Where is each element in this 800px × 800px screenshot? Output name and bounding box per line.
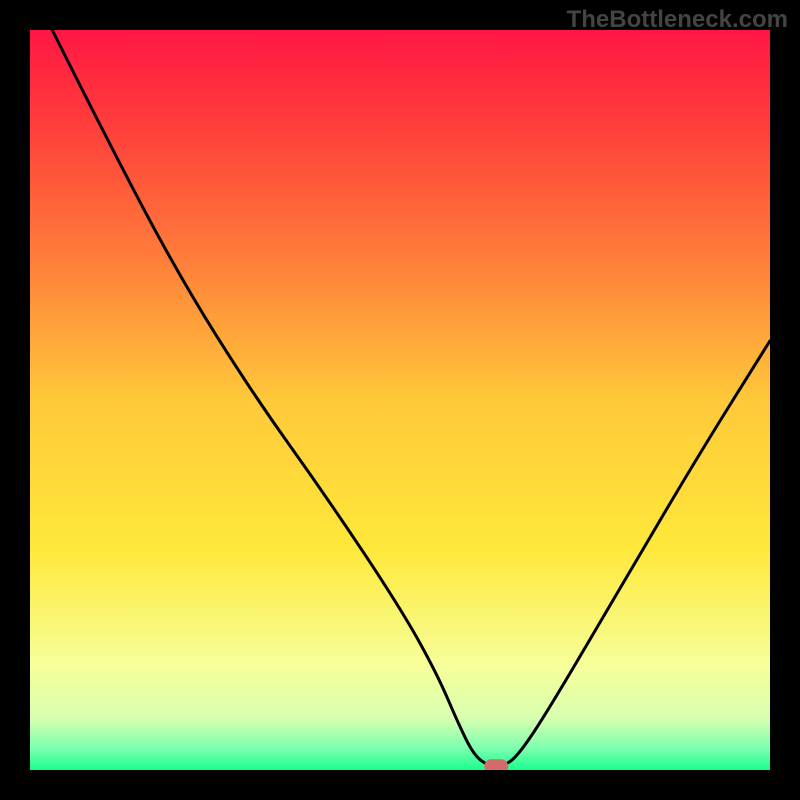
- chart-container: TheBottleneck.com: [0, 0, 800, 800]
- bottleneck-chart-svg: [30, 30, 770, 770]
- plot-area: [30, 30, 770, 770]
- gradient-background: [30, 30, 770, 770]
- optimal-marker: [484, 759, 508, 770]
